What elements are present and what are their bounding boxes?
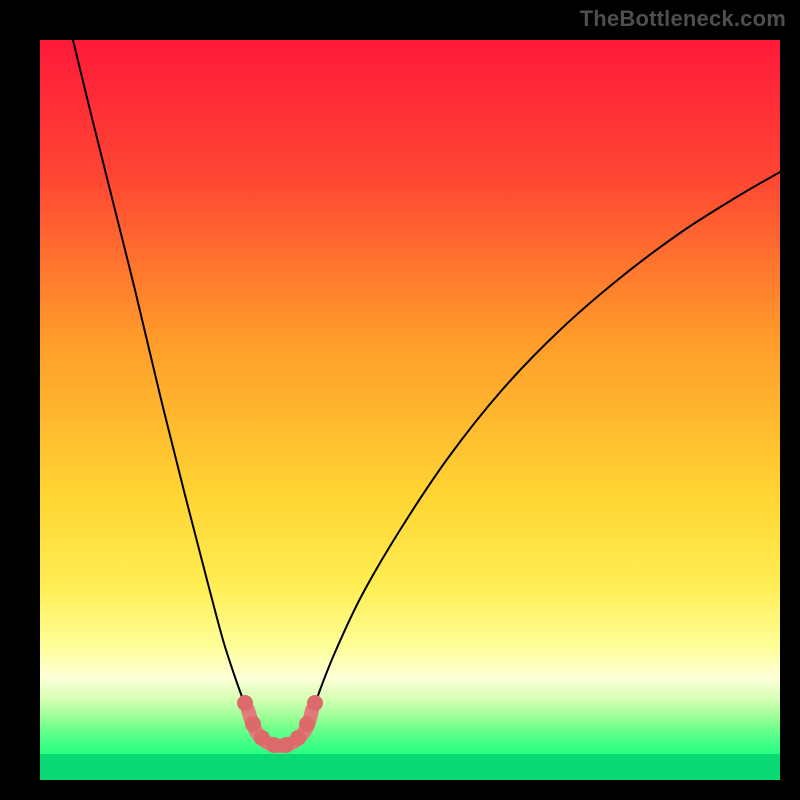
trough-dot xyxy=(299,716,315,732)
trough-dot xyxy=(237,695,253,711)
trough-dot xyxy=(290,730,306,746)
image-frame: TheBottleneck.com xyxy=(0,0,800,800)
bottom-green-band xyxy=(40,754,780,780)
watermark-text: TheBottleneck.com xyxy=(580,6,786,32)
plot-area xyxy=(40,40,780,780)
trough-dot xyxy=(307,695,323,711)
trough-dot xyxy=(245,716,261,732)
gradient-background xyxy=(40,40,780,780)
chart-svg xyxy=(40,40,780,780)
